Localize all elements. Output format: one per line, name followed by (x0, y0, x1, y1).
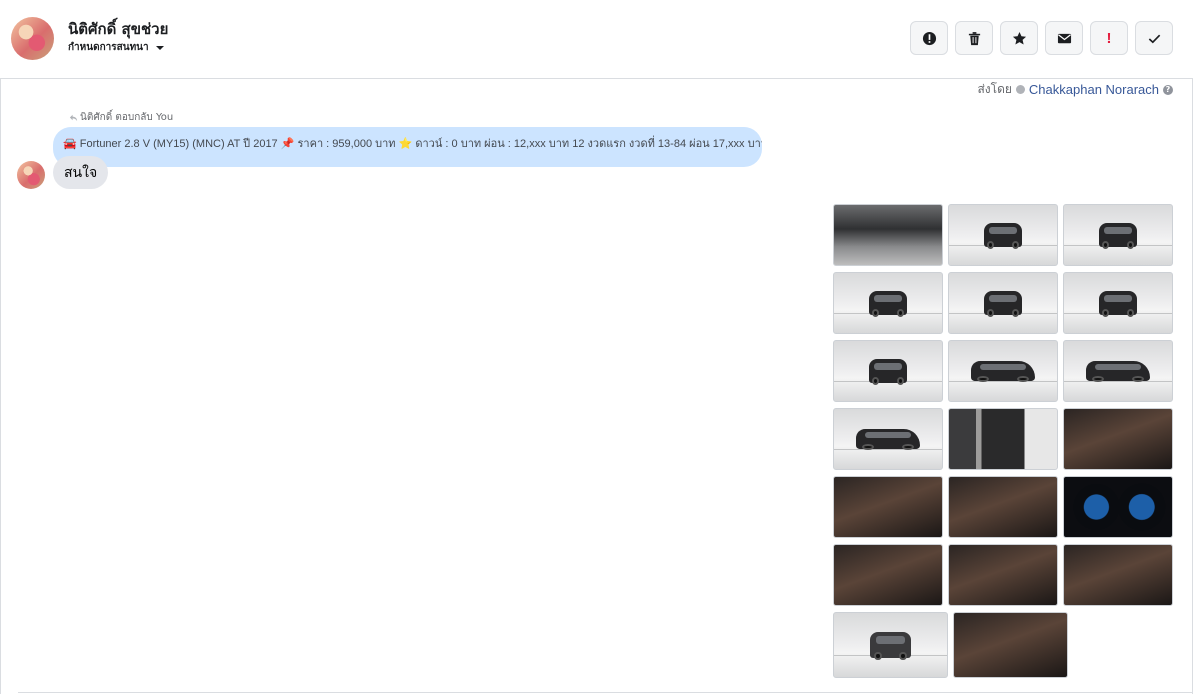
quoted-text-part-1: Fortuner 2.8 V (MY15) (MNC) AT ปี 2017 (76, 138, 281, 150)
attachment-thumbnail[interactable] (948, 204, 1058, 266)
contact-avatar[interactable] (11, 17, 54, 60)
wheel (1011, 309, 1019, 317)
mark-done-button[interactable] (1135, 21, 1173, 55)
reply-arrow-icon (69, 114, 78, 122)
check-icon (1148, 34, 1160, 43)
attachment-thumbnail[interactable] (948, 408, 1058, 470)
attachment-thumbnail[interactable] (948, 544, 1058, 606)
wheel (872, 377, 880, 385)
car-image (983, 291, 1023, 317)
wheel (896, 309, 904, 317)
wheel (1092, 375, 1104, 383)
verified-icon (1015, 85, 1025, 94)
car-image (1098, 291, 1138, 317)
pin-emoji: 📌 (280, 138, 295, 150)
mark-spam-button[interactable] (910, 21, 948, 55)
car-image (868, 291, 908, 317)
attachment-thumbnail[interactable] (833, 612, 948, 678)
quoted-text-part-2: ราคา : 959,000 บาท (294, 138, 399, 150)
attachment-thumbnail[interactable] (953, 612, 1068, 678)
divider (18, 692, 1192, 693)
car-image (970, 361, 1036, 383)
help-icon[interactable]: ? (1163, 84, 1173, 95)
attachment-thumbnail[interactable] (833, 272, 943, 334)
assign-conversation-dropdown[interactable]: กำหนดการสนทนา (68, 40, 165, 55)
wheel (874, 651, 882, 660)
sender-avatar[interactable] (17, 161, 45, 189)
attachment-row (833, 612, 1173, 678)
delete-button[interactable] (955, 21, 993, 55)
attachment-row (833, 408, 1173, 470)
wheel (977, 375, 989, 383)
attachment-thumbnail[interactable] (833, 408, 943, 470)
floor-line (834, 448, 942, 450)
sent-by-label: ส่งโดย (977, 82, 1012, 96)
attachment-thumbnail[interactable] (1063, 272, 1173, 334)
car-image (1098, 223, 1138, 249)
wheel (872, 309, 880, 317)
wheel (1102, 309, 1110, 317)
wheel (1011, 241, 1019, 249)
attachment-thumbnail[interactable] (1063, 204, 1173, 266)
car-image (868, 359, 908, 385)
attachment-row (833, 544, 1173, 606)
attachment-thumbnail[interactable] (833, 204, 943, 266)
contact-name[interactable]: นิติศักดิ์ สุขช่วย (68, 17, 168, 41)
star-icon (1012, 31, 1026, 44)
wheel (1102, 241, 1110, 249)
wheel (862, 443, 874, 451)
star-emoji: ⭐ (398, 138, 413, 150)
trash-icon (968, 31, 980, 45)
conversation-actions: ! (910, 21, 1173, 55)
wheel (902, 443, 914, 451)
alert-circle-icon (922, 31, 936, 45)
envelope-icon (1057, 33, 1071, 43)
caret-down-icon (155, 45, 164, 50)
attachment-row (833, 204, 1173, 266)
attachment-row (833, 476, 1173, 538)
attachment-thumbnail[interactable] (948, 272, 1058, 334)
attachment-image-grid (833, 204, 1173, 684)
sent-by-row: ส่งโดย Chakkaphan Norarach ? (977, 80, 1173, 99)
message-bubble[interactable]: สนใจ (53, 156, 109, 189)
floor-line (1064, 380, 1172, 382)
attachment-thumbnail[interactable] (833, 340, 943, 402)
quoted-text-part-3: ดาวน์ : 0 บาท ผ่อน : 12,xxx บาท 12 งวดแร… (412, 138, 762, 150)
mark-unread-button[interactable] (1045, 21, 1083, 55)
wheel (987, 309, 995, 317)
car-image (983, 223, 1023, 249)
wheel (1017, 375, 1029, 383)
assign-label: กำหนดการสนทนา (68, 42, 149, 53)
car-image (1085, 361, 1151, 383)
attachment-row (833, 340, 1173, 402)
attachment-thumbnail[interactable] (948, 476, 1058, 538)
car-image (870, 632, 911, 660)
quoted-message[interactable]: 🚘 Fortuner 2.8 V (MY15) (MNC) AT ปี 2017… (53, 127, 762, 167)
follow-up-button[interactable]: ! (1090, 21, 1128, 55)
attachment-thumbnail[interactable] (1063, 476, 1173, 538)
wheel (1132, 375, 1144, 383)
conversation-header: นิติศักดิ์ สุขช่วย กำหนดการสนทนา ! (0, 0, 1193, 79)
attachment-row (833, 272, 1173, 334)
star-button[interactable] (1000, 21, 1038, 55)
attachment-thumbnail[interactable] (1063, 544, 1173, 606)
wheel (987, 241, 995, 249)
attachment-thumbnail[interactable] (1063, 408, 1173, 470)
attachment-thumbnail[interactable] (833, 476, 943, 538)
reply-context-text: นิติศักดิ์ ตอบกลับ You (80, 112, 174, 123)
wheel (896, 377, 904, 385)
sent-by-agent-link[interactable]: Chakkaphan Norarach (1029, 82, 1159, 97)
reply-context: นิติศักดิ์ ตอบกลับ You (69, 110, 173, 125)
floor-line (949, 380, 1057, 382)
attachment-thumbnail[interactable] (1063, 340, 1173, 402)
attachment-thumbnail[interactable] (948, 340, 1058, 402)
wheel (1126, 309, 1134, 317)
attachment-thumbnail[interactable] (833, 544, 943, 606)
car-image (855, 429, 921, 451)
exclamation-icon: ! (1106, 29, 1112, 47)
car-emoji: 🚘 (63, 138, 77, 150)
wheel (1126, 241, 1134, 249)
wheel (899, 651, 907, 660)
